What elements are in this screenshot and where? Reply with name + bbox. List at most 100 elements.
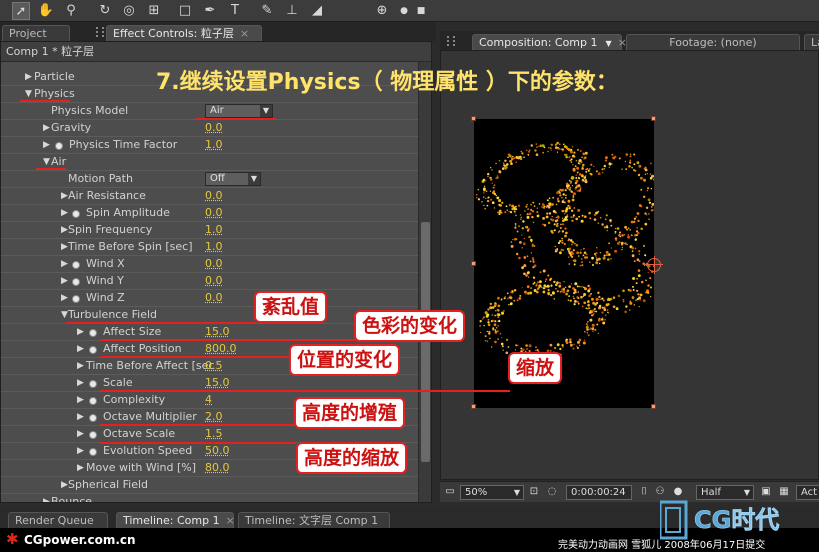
- property-value[interactable]: 1.5: [205, 426, 223, 442]
- tab-render-queue[interactable]: Render Queue: [8, 512, 108, 528]
- layer-handle[interactable]: [471, 404, 476, 409]
- property-value[interactable]: 1.0: [205, 239, 223, 255]
- always-preview-icon[interactable]: ▭: [444, 486, 456, 498]
- property-value[interactable]: 0.0: [205, 256, 223, 272]
- stopwatch-icon[interactable]: [89, 380, 97, 388]
- property-value[interactable]: 0.5: [205, 358, 223, 374]
- panel-grip-icon[interactable]: [96, 27, 104, 37]
- stopwatch-icon[interactable]: [89, 414, 97, 422]
- region-of-interest-icon[interactable]: ▣: [760, 486, 772, 498]
- property-value[interactable]: 80.0: [205, 460, 230, 476]
- stopwatch-icon[interactable]: [72, 278, 80, 286]
- property-value[interactable]: 0.0: [205, 273, 223, 289]
- tab-timeline-text-layer[interactable]: Timeline: 文字层 Comp 1: [238, 512, 390, 528]
- eraser-tool-icon[interactable]: ◢: [308, 2, 326, 20]
- stopwatch-icon[interactable]: [72, 210, 80, 218]
- camera-orbit-tool-icon[interactable]: ◎: [120, 2, 138, 20]
- rotate-tool-icon[interactable]: ↻: [96, 2, 114, 20]
- timecode-field[interactable]: 0:00:00:24: [566, 485, 632, 500]
- row-wind-y[interactable]: ▶ Wind Y 0.0: [1, 273, 419, 290]
- zoom-tool-icon[interactable]: ⚲: [62, 2, 80, 20]
- select-tool-icon[interactable]: ➚: [12, 2, 30, 20]
- disclosure-closed-icon[interactable]: ▶: [61, 273, 71, 289]
- row-wind-z[interactable]: ▶ Wind Z 0.0: [1, 290, 419, 307]
- row-bounce[interactable]: ▶ Bounce: [1, 494, 419, 502]
- tab-effect-controls[interactable]: Effect Controls: 粒子层 ×: [106, 25, 262, 41]
- axis-mode-tool-icon[interactable]: ⊕: [373, 2, 391, 20]
- row-physics-time-factor[interactable]: ▶ Physics Time Factor 1.0: [1, 137, 419, 154]
- dropdown-arrow-icon[interactable]: ▼: [606, 39, 612, 48]
- row-spin-amplitude[interactable]: ▶ Spin Amplitude 0.0: [1, 205, 419, 222]
- disclosure-closed-icon[interactable]: ▶: [77, 409, 87, 425]
- row-gravity[interactable]: ▶ Gravity 0.0: [1, 120, 419, 137]
- property-value[interactable]: 15.0: [205, 324, 230, 340]
- stopwatch-icon[interactable]: [72, 295, 80, 303]
- stopwatch-icon[interactable]: [89, 431, 97, 439]
- row-motion-path[interactable]: Motion Path Off ▼: [1, 171, 419, 188]
- pen-tool-icon[interactable]: ✒: [201, 2, 219, 20]
- tab-project[interactable]: Project: [2, 25, 70, 41]
- disclosure-closed-icon[interactable]: ▶: [61, 205, 71, 221]
- tab-layer[interactable]: La: [804, 34, 819, 50]
- vertical-scrollbar[interactable]: [418, 62, 431, 502]
- property-value[interactable]: 0.0: [205, 290, 223, 306]
- disclosure-closed-icon[interactable]: ▶: [43, 137, 53, 153]
- property-value[interactable]: 2.0: [205, 409, 223, 425]
- panel-grip-icon[interactable]: [447, 36, 455, 46]
- comp-canvas[interactable]: [474, 119, 654, 408]
- rectangle-mask-tool-icon[interactable]: □: [176, 2, 194, 20]
- property-value[interactable]: 15.0: [205, 375, 230, 391]
- disclosure-closed-icon[interactable]: ▶: [77, 324, 87, 340]
- row-spherical-field[interactable]: ▶ Spherical Field: [1, 477, 419, 494]
- stopwatch-icon[interactable]: [89, 448, 97, 456]
- property-value[interactable]: 800.0: [205, 341, 237, 357]
- row-time-before-spin[interactable]: ▶ Time Before Spin [sec] 1.0: [1, 239, 419, 256]
- disclosure-closed-icon[interactable]: ▶: [61, 290, 71, 306]
- row-spin-frequency[interactable]: ▶ Spin Frequency 1.0: [1, 222, 419, 239]
- text-tool-icon[interactable]: T: [226, 2, 244, 20]
- stopwatch-icon[interactable]: [89, 397, 97, 405]
- pan-behind-tool-icon[interactable]: ⊞: [145, 2, 163, 20]
- disclosure-closed-icon[interactable]: ▶: [77, 443, 87, 459]
- layer-handle[interactable]: [471, 116, 476, 121]
- disclosure-closed-icon[interactable]: ▶: [77, 375, 87, 391]
- disclosure-closed-icon[interactable]: ▶: [77, 341, 87, 357]
- scrollbar-thumb[interactable]: [421, 222, 430, 462]
- property-value[interactable]: 4: [205, 392, 212, 408]
- row-air-resistance[interactable]: ▶ Air Resistance 0.0: [1, 188, 419, 205]
- stopwatch-icon[interactable]: [89, 329, 97, 337]
- world-axis-icon[interactable]: ●: [395, 2, 413, 20]
- layer-handle[interactable]: [651, 116, 656, 121]
- property-dropdown[interactable]: Air ▼: [205, 104, 273, 118]
- close-icon[interactable]: ×: [240, 27, 249, 40]
- property-value[interactable]: 0.0: [205, 205, 223, 221]
- brush-tool-icon[interactable]: ✎: [258, 2, 276, 20]
- safe-margins-icon[interactable]: ⊡: [528, 486, 540, 498]
- snapshot-icon[interactable]: ⌷: [638, 486, 650, 498]
- view-axis-icon[interactable]: ■: [412, 2, 430, 20]
- stopwatch-icon[interactable]: [55, 142, 63, 150]
- tab-composition[interactable]: Composition: Comp 1 ▼ ×: [472, 34, 627, 50]
- clone-stamp-tool-icon[interactable]: ⊥: [283, 2, 301, 20]
- layer-handle[interactable]: [471, 261, 476, 266]
- channel-icon[interactable]: ●: [672, 486, 684, 498]
- disclosure-closed-icon[interactable]: ▶: [77, 426, 87, 442]
- disclosure-closed-icon[interactable]: ▶: [77, 392, 87, 408]
- zoom-dropdown[interactable]: 50% ▼: [460, 485, 524, 500]
- transparency-grid-icon[interactable]: ▦: [778, 486, 790, 498]
- stopwatch-icon[interactable]: [89, 346, 97, 354]
- hand-tool-icon[interactable]: ✋: [37, 2, 55, 20]
- property-dropdown[interactable]: Off ▼: [205, 172, 261, 186]
- property-value[interactable]: 0.0: [205, 188, 223, 204]
- close-icon[interactable]: ×: [226, 514, 235, 527]
- stopwatch-icon[interactable]: [72, 261, 80, 269]
- layer-handle[interactable]: [651, 404, 656, 409]
- tab-timeline-comp1[interactable]: Timeline: Comp 1 ×: [116, 512, 235, 528]
- tab-footage[interactable]: Footage: (none): [626, 34, 800, 50]
- property-value[interactable]: 50.0: [205, 443, 230, 459]
- disclosure-closed-icon[interactable]: ▶: [61, 256, 71, 272]
- property-value[interactable]: 1.0: [205, 222, 223, 238]
- mask-visibility-icon[interactable]: ◌: [546, 486, 558, 498]
- property-value[interactable]: 1.0: [205, 137, 223, 153]
- show-snapshot-icon[interactable]: ⚇: [654, 486, 666, 498]
